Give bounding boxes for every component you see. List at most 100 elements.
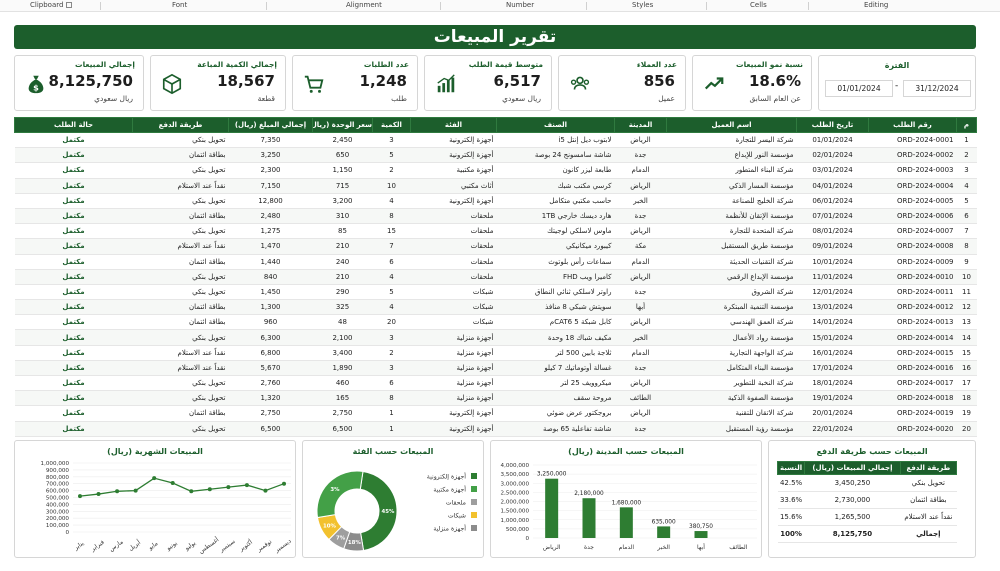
payment-method: تحويل بنكي <box>132 162 229 179</box>
table-row[interactable]: 20 ORD-2024-0020 22/01/2024 مؤسسة رؤية المس… <box>14 421 977 437</box>
table-row[interactable]: 12 ORD-2024-0012 13/01/2024 مؤسسة التنمية ا… <box>14 299 977 316</box>
period-to-input[interactable]: 31/12/2024 <box>903 80 971 97</box>
monthly-point <box>78 494 82 499</box>
table-row[interactable]: 11 ORD-2024-0011 12/01/2024 شركة الشروق جدة ر… <box>14 284 977 301</box>
table-row[interactable]: 16 ORD-2024-0016 17/01/2024 مؤسسة البناء ال… <box>14 360 977 377</box>
item: حاسب مكتبي متكامل <box>496 193 615 209</box>
ribbon-editing[interactable]: Editing <box>864 1 888 9</box>
item: مكيف شباك 18 وحدة <box>496 329 615 346</box>
total-amount: 7,350 <box>228 132 313 149</box>
city: جدة <box>614 360 667 377</box>
ribbon-label: Font <box>172 1 188 9</box>
category: شبكات <box>410 284 497 301</box>
table-row[interactable]: 3 ORD-2024-0003 03/01/2024 شركة البناء المت… <box>14 162 977 179</box>
order-date: 03/01/2024 <box>796 162 869 179</box>
order-id: ORD-2024-0014 <box>868 329 957 346</box>
payment-method: بطاقة ائتمان <box>132 254 229 270</box>
total-amount: 1,440 <box>228 254 313 270</box>
table-row[interactable]: 9 ORD-2024-0009 10/01/2024 شركة التقنيات ال… <box>14 254 977 270</box>
row-number: 18 <box>956 390 977 407</box>
item: شاشة سامسونج 24 بوصة <box>496 147 615 164</box>
row-number: 8 <box>956 238 977 255</box>
ribbon-clipboard[interactable]: Clipboard <box>30 1 73 9</box>
table-header-cell[interactable]: إجمالي المبلغ (ريال) <box>228 117 313 133</box>
category-slice <box>316 470 364 519</box>
quantity: 8 <box>372 208 411 225</box>
order-status: مكتمل <box>14 390 133 407</box>
y-tick-label: 2,000,000 <box>501 500 530 506</box>
svg-text:$: $ <box>33 82 39 92</box>
table-header-cell[interactable]: تاريخ الطلب <box>796 117 869 133</box>
kpi-title: عدد الطلبات <box>363 60 409 69</box>
row-number: 1 <box>956 132 977 149</box>
table-row[interactable]: 5 ORD-2024-0005 06/01/2024 شركة الخليج للصن… <box>14 193 977 209</box>
order-id: ORD-2024-0008 <box>868 238 957 255</box>
table-header-cell[interactable]: الفئة <box>410 117 497 133</box>
table-row[interactable]: 13 ORD-2024-0013 14/01/2024 شركة العمق الهن… <box>14 314 977 331</box>
city: الدمام <box>614 162 667 179</box>
order-status: مكتمل <box>14 223 133 240</box>
unit-price: 460 <box>312 375 373 392</box>
table-header-cell[interactable]: م <box>956 117 977 133</box>
table-header-cell[interactable]: الصنف <box>496 117 615 133</box>
ribbon-styles[interactable]: Styles <box>632 1 653 9</box>
city-sales-chart: 4,000,000 3,500,000 3,000,000 2,500,000 2,00… <box>501 463 757 551</box>
city-bar <box>694 531 708 538</box>
table-row[interactable]: 15 ORD-2024-0015 16/01/2024 شركة الواجهة ال… <box>14 345 977 361</box>
table-header-cell[interactable]: المدينة <box>614 117 667 133</box>
table-row[interactable]: 2 ORD-2024-0002 02/01/2024 مؤسسة النور للإب… <box>14 147 977 164</box>
order-status: مكتمل <box>14 405 133 422</box>
ribbon-label: Number <box>506 1 535 9</box>
table-header-cell[interactable]: رقم الطلب <box>868 117 957 133</box>
x-tick-label: أبها <box>697 543 705 551</box>
table-row[interactable]: 18 ORD-2024-0018 19/01/2024 مؤسسة الصفوة ال… <box>14 390 977 407</box>
ribbon-divider <box>266 2 267 10</box>
table-row[interactable]: 8 ORD-2024-0008 09/01/2024 مؤسسة طريق المست… <box>14 238 977 255</box>
table-row[interactable]: 6 ORD-2024-0006 07/01/2024 مؤسسة الإتقان لل… <box>14 208 977 225</box>
item: شاشة تفاعلية 65 بوصة <box>496 421 615 437</box>
table-row[interactable]: 4 ORD-2024-0004 04/01/2024 مؤسسة المسار الذ… <box>14 178 977 194</box>
customer-name: مؤسسة رواد الأعمال <box>666 329 797 346</box>
total-amount: 6,800 <box>228 345 313 361</box>
bar-value-label: 635,000 <box>652 519 676 525</box>
payment-method: تحويل بنكي <box>132 193 229 209</box>
table-header-cell[interactable]: سعر الوحدة (ريال) <box>312 117 373 133</box>
city: أبها <box>614 299 667 316</box>
table-row[interactable]: 14 ORD-2024-0014 15/01/2024 مؤسسة رواد الأع… <box>14 329 977 346</box>
payment-total-percent: 100% <box>777 525 805 543</box>
order-status: مكتمل <box>14 421 133 437</box>
table-header-cell[interactable]: حالة الطلب <box>14 117 133 133</box>
ribbon-alignment[interactable]: Alignment <box>346 1 382 9</box>
table-row[interactable]: 10 ORD-2024-0010 11/01/2024 مؤسسة الإبداع ا… <box>14 269 977 285</box>
dialog-launcher-icon[interactable] <box>66 2 73 8</box>
city: الرياض <box>614 269 667 285</box>
ribbon-number[interactable]: Number <box>506 1 534 9</box>
table-header-cell[interactable]: الكمية <box>372 117 411 133</box>
table-row[interactable]: 1 ORD-2024-0001 01/01/2024 شركة اليسر للتجا… <box>14 132 977 149</box>
order-id: ORD-2024-0010 <box>868 269 957 285</box>
table-header-cell[interactable]: اسم العميل <box>666 117 797 133</box>
y-tick-label: 1,000,000 <box>41 461 70 467</box>
table-row[interactable]: 17 ORD-2024-0017 18/01/2024 شركة النخبة للت… <box>14 375 977 392</box>
ribbon-font[interactable]: Font <box>172 1 187 9</box>
ribbon-cells[interactable]: Cells <box>750 1 767 9</box>
period-from-input[interactable]: 01/01/2024 <box>825 80 893 97</box>
order-id: ORD-2024-0020 <box>868 421 957 437</box>
unit-price: 290 <box>312 284 373 301</box>
table-header-cell[interactable]: طريقة الدفع <box>132 117 229 133</box>
x-tick-label: الخبر <box>656 544 670 551</box>
table-row[interactable]: 19 ORD-2024-0019 20/01/2024 شركة الاتقان لل… <box>14 405 977 422</box>
table-row[interactable]: 7 ORD-2024-0007 08/01/2024 شركة المتحدة للت… <box>14 223 977 240</box>
row-number: 11 <box>956 284 977 301</box>
quantity: 1 <box>372 421 411 437</box>
users-icon <box>570 76 590 90</box>
category: أثاث مكتبي <box>410 178 497 194</box>
x-tick-label: مايو <box>146 540 159 552</box>
unit-price: 165 <box>312 390 373 407</box>
y-tick-label: 3,500,000 <box>501 472 530 478</box>
table-header-row: م رقم الطلب تاريخ الطلب اسم العميل المدينة ال… <box>14 117 977 133</box>
y-tick-label: 4,000,000 <box>501 463 530 469</box>
period-filter: الفترة 01/01/2024 - 31/12/2024 <box>818 55 976 111</box>
category: ملحقات <box>410 269 497 285</box>
customer-name: شركة المتحدة للتجارة <box>666 223 797 240</box>
